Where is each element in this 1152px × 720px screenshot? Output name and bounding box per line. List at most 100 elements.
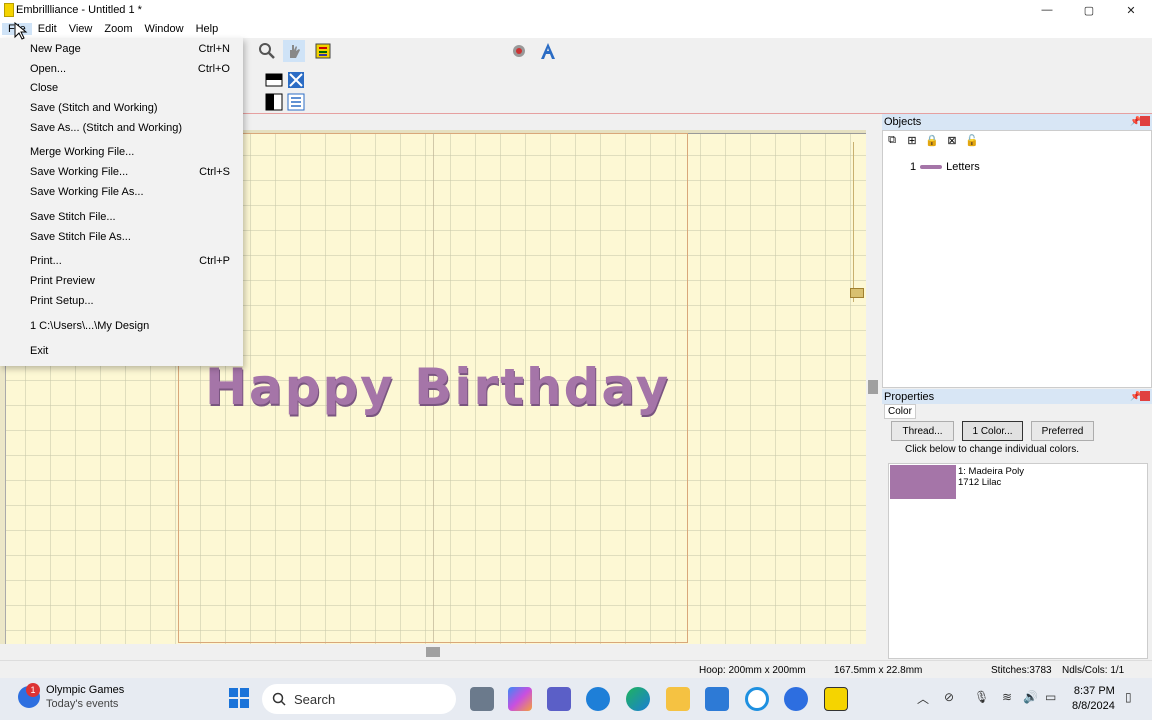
hand-tool-icon[interactable] xyxy=(283,40,305,62)
menu-bar: File Edit View Zoom Window Help xyxy=(0,20,1152,38)
menu-zoom[interactable]: Zoom xyxy=(98,23,138,35)
status-hoop: Hoop: 200mm x 200mm xyxy=(699,665,806,676)
menu-item-save-stitch-file[interactable]: Save Stitch File... xyxy=(30,208,230,226)
color-label[interactable]: 1: Madeira Poly 1712 Lilac xyxy=(958,466,1024,488)
teams-icon[interactable] xyxy=(547,687,571,711)
horizontal-scrollbar[interactable] xyxy=(0,644,880,660)
minimize-button[interactable]: — xyxy=(1026,0,1068,20)
object-item-letters[interactable]: 1 Letters xyxy=(910,161,980,173)
maximize-button[interactable]: ▢ xyxy=(1068,0,1110,20)
menu-window[interactable]: Window xyxy=(138,23,189,35)
color-swatch[interactable] xyxy=(890,465,956,499)
app-icon xyxy=(4,3,14,17)
system-clock[interactable]: 8:37 PM 8/8/2024 xyxy=(1072,684,1115,714)
menu-item-shortcut: Ctrl+P xyxy=(199,255,230,267)
taskbar-search[interactable]: Search xyxy=(262,684,456,714)
group-icon[interactable]: ⧉ xyxy=(884,132,900,148)
close-button[interactable]: ✕ xyxy=(1110,0,1152,20)
taskbar: 1 Olympic Games Today's events Search ︿ … xyxy=(0,678,1152,720)
zoom-slider-knob[interactable] xyxy=(850,288,864,298)
ungroup-icon[interactable]: ⊞ xyxy=(904,132,920,148)
tab-color[interactable]: Color xyxy=(884,404,916,419)
color-count-button[interactable]: 1 Color... xyxy=(962,421,1023,441)
list-icon[interactable] xyxy=(285,91,307,113)
windows-start-icon[interactable] xyxy=(228,687,250,709)
menu-item-close[interactable]: Close xyxy=(30,79,230,97)
wifi-icon[interactable]: ≋ xyxy=(1002,690,1012,704)
menu-item-label: Merge Working File... xyxy=(30,146,135,158)
cortana-icon[interactable] xyxy=(745,687,769,711)
fill-black-icon[interactable] xyxy=(263,69,285,91)
menu-item-save[interactable]: Save (Stitch and Working) xyxy=(30,99,230,117)
app-blue-icon[interactable] xyxy=(586,687,610,711)
embrilliance-taskbar-icon[interactable] xyxy=(824,687,848,711)
news-widget[interactable]: 1 Olympic Games Today's events xyxy=(18,683,124,711)
text-tool-icon[interactable] xyxy=(537,40,559,62)
notification-icon[interactable]: ▯ xyxy=(1125,690,1132,704)
vertical-scroll-thumb[interactable] xyxy=(868,380,878,394)
menu-item-save-working-file[interactable]: Save Working File... Ctrl+S xyxy=(30,163,230,181)
menu-item-label: Save As... (Stitch and Working) xyxy=(30,122,183,134)
task-view-icon[interactable] xyxy=(470,687,494,711)
invert-icon[interactable] xyxy=(263,91,285,113)
menu-item-new-page[interactable]: New Page Ctrl+N xyxy=(30,40,230,58)
store-icon[interactable] xyxy=(705,687,729,711)
news-badge: 1 xyxy=(26,683,40,697)
status-needles: Ndls/Cols: 1/1 xyxy=(1062,665,1125,676)
menu-item-save-stitch-file-as[interactable]: Save Stitch File As... xyxy=(30,228,230,246)
horizontal-scroll-thumb[interactable] xyxy=(426,647,440,657)
edge-icon[interactable] xyxy=(626,687,650,711)
panel-close-icon[interactable] xyxy=(1140,116,1150,126)
tray-chevron-icon[interactable]: ︿ xyxy=(917,690,929,707)
unlock-icon[interactable]: 🔓 xyxy=(964,132,980,148)
microphone-icon[interactable]: 🎙 xyxy=(974,690,989,704)
menu-help[interactable]: Help xyxy=(190,23,225,35)
object-index: 1 xyxy=(910,161,917,173)
menu-item-label: Exit xyxy=(30,345,49,357)
menu-item-recent-file[interactable]: 1 C:\Users\...\My Design xyxy=(30,317,230,335)
menu-item-save-working-file-as[interactable]: Save Working File As... xyxy=(30,183,230,201)
file-menu-dropdown: New Page Ctrl+N Open... Ctrl+O Close Save … xyxy=(0,38,243,366)
menu-item-label: Close xyxy=(30,82,59,94)
thread-button[interactable]: Thread... xyxy=(891,421,954,441)
clock-date: 8/8/2024 xyxy=(1072,700,1115,712)
delete-icon[interactable]: ⊠ xyxy=(944,132,960,148)
objects-toolbar: ⧉ ⊞ 🔒 ⊠ 🔓 xyxy=(884,132,980,150)
menu-item-print-preview[interactable]: Print Preview xyxy=(30,272,230,290)
flip-icon[interactable] xyxy=(285,69,307,91)
preferred-button[interactable]: Preferred xyxy=(1031,421,1094,441)
design-lettering[interactable]: Happy Birthday xyxy=(205,358,670,416)
menu-item-merge-working-file[interactable]: Merge Working File... xyxy=(30,143,230,161)
copilot-icon[interactable] xyxy=(508,687,532,711)
title-bar: Embrillliance - Untitled 1 * — ▢ ✕ xyxy=(0,0,1152,20)
menu-view[interactable]: View xyxy=(63,23,99,35)
menu-item-print-setup[interactable]: Print Setup... xyxy=(30,292,230,310)
vertical-scrollbar[interactable] xyxy=(866,114,880,644)
menu-item-label: Open... xyxy=(30,63,67,75)
lock-icon[interactable]: 🔒 xyxy=(924,132,940,148)
file-explorer-icon[interactable] xyxy=(666,687,690,711)
volume-icon[interactable]: 🔊 xyxy=(1023,690,1038,704)
zoom-icon[interactable] xyxy=(256,40,278,62)
objects-panel-header: Objects 📌 xyxy=(882,114,1152,130)
pin-icon[interactable]: 📌 xyxy=(1130,391,1141,401)
menu-item-print[interactable]: Print... Ctrl+P xyxy=(30,252,230,270)
object-name: Letters xyxy=(946,161,980,173)
object-thumbnail xyxy=(920,165,943,169)
menu-item-label: Print... xyxy=(30,255,62,267)
app-gear-icon[interactable] xyxy=(784,687,808,711)
menu-edit[interactable]: Edit xyxy=(32,23,63,35)
battery-icon[interactable]: ▭ xyxy=(1045,690,1056,704)
stitch-simulator-icon[interactable] xyxy=(508,40,530,62)
news-subtitle: Today's events xyxy=(46,698,119,710)
menu-item-save-as[interactable]: Save As... (Stitch and Working) xyxy=(30,119,230,137)
network-off-icon[interactable]: ⊘ xyxy=(944,690,954,704)
menu-item-label: Print Setup... xyxy=(30,295,94,307)
menu-item-open[interactable]: Open... Ctrl+O xyxy=(30,60,230,78)
menu-item-exit[interactable]: Exit xyxy=(30,342,230,360)
pin-icon[interactable]: 📌 xyxy=(1130,116,1141,126)
panel-close-icon[interactable] xyxy=(1140,391,1150,401)
news-icon: 1 xyxy=(18,683,40,708)
color-thread-code: 1712 Lilac xyxy=(958,477,1002,488)
color-sheet-icon[interactable] xyxy=(312,40,334,62)
